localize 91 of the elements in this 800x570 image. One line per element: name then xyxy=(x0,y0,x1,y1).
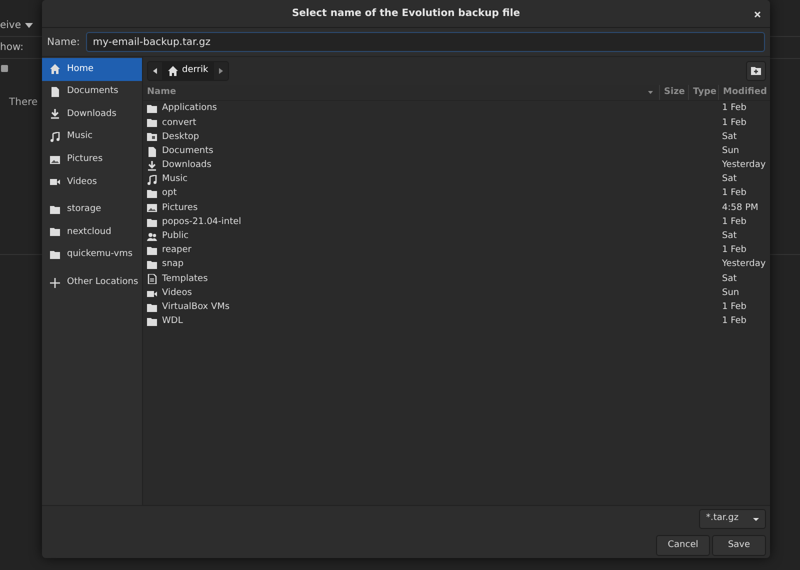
column-header[interactable]: Size xyxy=(664,86,685,100)
file-name[interactable]: VirtualBox VMs xyxy=(162,300,230,314)
file-name[interactable]: Downloads xyxy=(162,159,212,173)
file-name[interactable]: Public xyxy=(162,230,189,244)
modified-date: 1 Feb xyxy=(722,245,747,256)
path-button[interactable]: derrik xyxy=(162,62,214,80)
home-icon xyxy=(50,64,60,74)
new-folder-button[interactable] xyxy=(746,61,766,81)
cancel-button[interactable]: Cancel xyxy=(656,535,710,556)
folder-icon xyxy=(147,189,157,200)
file-name[interactable]: opt xyxy=(162,187,177,201)
folder-icon xyxy=(147,218,157,228)
download-icon xyxy=(50,109,60,120)
folder-icon xyxy=(147,104,157,114)
folder-icon xyxy=(147,302,157,313)
modified-date: 1 Feb xyxy=(722,302,747,312)
message-text: There xyxy=(9,97,38,108)
sidebar-item[interactable]: Music xyxy=(42,126,142,148)
modified-date: 1 Feb xyxy=(722,216,747,227)
name-field[interactable]: my-email-backup.tar.gz xyxy=(86,32,765,52)
folder-icon xyxy=(147,260,157,270)
modified-date: Sat xyxy=(722,231,737,242)
sidebar-item[interactable]: Home xyxy=(42,58,142,81)
video-camera-icon xyxy=(50,177,60,188)
folder-icon xyxy=(50,204,60,215)
desktop-folder-icon xyxy=(147,132,157,142)
filter-label: how: xyxy=(0,41,24,55)
modified-date: Yesterday xyxy=(722,259,766,270)
file-name[interactable]: snap xyxy=(162,258,184,272)
file-name[interactable]: Desktop xyxy=(162,130,200,144)
video-camera-icon xyxy=(147,288,157,299)
people-icon xyxy=(147,232,157,242)
column-header[interactable]: Modified xyxy=(723,86,767,100)
modified-date: Sat xyxy=(722,274,737,284)
modified-date: Yesterday xyxy=(722,160,766,170)
file-type-dropdown[interactable]: *.tar.gz xyxy=(699,509,766,529)
modified-date: 1 Feb xyxy=(722,103,747,114)
dialog-title: Select name of the Evolution backup file xyxy=(292,7,520,21)
folder-icon xyxy=(147,246,157,256)
file-name[interactable]: reaper xyxy=(162,244,192,258)
file-name[interactable]: popos-21.04-intel xyxy=(162,216,242,230)
modified-date: Sun xyxy=(722,288,740,298)
file-name[interactable]: Documents xyxy=(162,144,214,158)
new-folder-icon xyxy=(751,67,761,75)
name-label: Name: xyxy=(47,36,80,50)
sidebar-item[interactable]: Downloads xyxy=(42,103,142,126)
file-name[interactable]: convert xyxy=(162,116,196,130)
modified-date: 1 Feb xyxy=(722,188,747,198)
folder-icon xyxy=(50,227,60,238)
column-header[interactable]: Type xyxy=(693,86,716,100)
sidebar-item[interactable]: quickemu-vms xyxy=(42,244,142,266)
sidebar-item[interactable]: nextcloud xyxy=(42,221,142,244)
sidebar-item[interactable]: storage xyxy=(42,198,142,222)
caret-icon xyxy=(753,518,759,520)
sidebar-item[interactable]: Documents xyxy=(42,80,142,104)
caret-icon xyxy=(25,22,34,28)
document-icon xyxy=(50,86,60,97)
modified-date: Sun xyxy=(722,146,740,156)
column-header[interactable]: Name xyxy=(147,86,176,100)
file-name[interactable]: Videos xyxy=(162,286,192,300)
save-button[interactable]: Save xyxy=(712,535,766,556)
folder-icon xyxy=(147,316,157,327)
picture-icon xyxy=(50,154,60,165)
dropdown-label[interactable]: eive xyxy=(0,18,22,32)
home-icon xyxy=(168,66,178,76)
modified-date: Sat xyxy=(722,132,737,142)
file-name[interactable]: Pictures xyxy=(162,202,198,216)
picture-icon xyxy=(147,203,157,214)
music-note-icon xyxy=(147,175,157,186)
folder-icon xyxy=(147,118,157,128)
modified-date: Sat xyxy=(722,174,737,184)
download-icon xyxy=(147,160,157,171)
sort-arrow-icon xyxy=(648,91,653,94)
left-arrow-icon xyxy=(153,68,157,74)
modified-date: 4:58 PM xyxy=(722,202,758,213)
file-name[interactable]: WDL xyxy=(162,315,183,329)
plus-icon xyxy=(50,278,60,288)
sidebar-item[interactable]: Pictures xyxy=(42,148,142,171)
sidebar-item[interactable]: Other Locations xyxy=(42,271,142,294)
modified-date: 1 Feb xyxy=(722,316,747,326)
file-name[interactable]: Music xyxy=(162,173,188,187)
template-document-icon xyxy=(147,274,157,284)
close-icon xyxy=(754,10,760,18)
file-name[interactable]: Templates xyxy=(162,272,208,286)
sidebar-item[interactable]: Videos xyxy=(42,170,142,194)
folder-icon xyxy=(50,250,60,260)
music-note-icon xyxy=(50,132,60,142)
right-arrow-icon xyxy=(219,68,224,74)
file-name[interactable]: Applications xyxy=(162,102,217,116)
modified-date: 1 Feb xyxy=(722,118,747,128)
document-icon xyxy=(147,146,157,157)
